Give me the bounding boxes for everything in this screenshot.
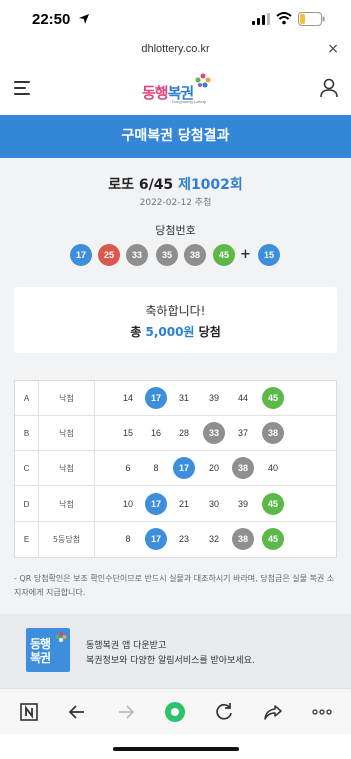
winning-numbers-label: 당첨번호 [155,224,196,237]
result-content: 로또 6/45 제1002회 2022-02-12 추첨 당첨번호 17 25 … [0,158,351,614]
matched-number-ball: 45 [262,492,284,515]
app-logo-flower-icon [55,632,67,642]
cellular-signal-icon [252,13,270,25]
app-logo-text: 동행 복권 [30,637,51,665]
share-icon[interactable] [262,701,284,723]
ticket-row: C 낙첨 6 8 17 20 38 40 [15,451,336,487]
winning-number-ball: 45 [213,244,235,266]
app-promo-line2: 복권정보와 다양한 알림서비스를 받아보세요. [86,656,255,666]
logo-flower-icon [195,73,211,88]
matched-number-ball: 38 [262,422,284,445]
round-number: 제1002회 [178,177,243,193]
ticket-number: 44 [237,393,248,403]
title-banner: 구매복권 당첨결과 [0,115,351,158]
site-header: 동행복권 Donghaeng Lottery [0,62,351,115]
ticket-result: 5등당첨 [39,521,95,557]
matched-number-ball: 38 [232,457,254,480]
congrats-text: 축하합니다! [145,304,206,318]
site-logo[interactable]: 동행복권 Donghaeng Lottery [142,72,212,106]
draw-date: 2022-02-12 추첨 [139,198,212,208]
ticket-row: E 5등당첨 8 17 23 32 38 45 [15,521,336,557]
hamburger-menu-icon[interactable] [14,81,30,95]
winning-number-ball: 38 [184,244,206,266]
matched-number-ball: 33 [203,422,225,445]
ticket-number: 39 [208,393,219,403]
prize-amount: 5,000원 [145,325,195,339]
ticket-row: A 낙첨 14 17 31 39 44 45 [15,381,336,416]
naver-n-icon[interactable] [18,701,40,723]
game-name: 로또 6/45 [108,177,174,193]
ticket-number: 40 [267,463,278,474]
ticket-number: 39 [237,498,248,509]
logo-subtitle: Donghaeng Lottery [172,99,207,104]
ticket-number: 21 [178,498,189,509]
ticket-id: D [15,486,39,522]
ticket-result: 낙첨 [39,451,95,487]
ticket-id: B [15,416,39,452]
matched-number-ball: 45 [262,387,284,409]
app-promo-banner[interactable]: 동행 복권 동행복권 앱 다운받고 복권정보와 다양한 알림서비스를 받아보세요. [0,614,351,688]
home-indicator[interactable] [113,747,239,751]
ticket-number: 10 [122,498,133,509]
ticket-number: 15 [122,428,133,439]
ticket-number: 16 [150,428,161,439]
status-time: 22:50 [32,11,71,28]
ticket-result: 낙첨 [39,486,95,522]
home-green-icon[interactable] [164,701,186,723]
matched-number-ball: 17 [173,457,195,480]
ticket-result: 낙첨 [39,416,95,452]
congrats-box: 축하합니다! 총 5,000원 당첨 [14,287,337,353]
ticket-row: B 낙첨 15 16 28 33 37 38 [15,416,336,452]
location-arrow-icon [79,14,89,24]
bonus-plus-sign: + [240,247,251,262]
ticket-number: 37 [237,428,248,439]
ticket-number: 6 [125,463,131,474]
ticket-number: 8 [125,533,131,544]
matched-number-ball: 45 [262,527,284,550]
matched-number-ball: 38 [232,527,254,550]
winning-number-ball: 25 [98,244,120,266]
refresh-icon[interactable] [213,701,235,723]
url-text[interactable]: dhlottery.co.kr [0,43,351,55]
matched-number-ball: 17 [145,387,167,409]
winning-number-ball: 35 [156,244,178,266]
more-icon[interactable] [311,701,333,723]
ticket-number: 14 [122,393,133,403]
ticket-number: 23 [178,533,189,544]
ticket-number: 30 [208,498,219,509]
battery-icon [298,12,325,26]
prize-line: 총 5,000원 당첨 [130,325,221,339]
app-logo[interactable]: 동행 복권 [26,628,70,672]
matched-number-ball: 17 [145,527,167,550]
browser-toolbar [0,688,351,734]
winning-number-ball: 17 [70,244,92,266]
ticket-number: 20 [208,463,219,474]
user-icon[interactable] [319,78,339,98]
ticket-table: A 낙첨 14 17 31 39 44 45 B 낙첨 15 16 28 33 37 38 C 낙첨 6 8 17 20 3… [14,380,337,558]
round-title: 로또 6/45 제1002회 [0,174,351,194]
ticket-number: 8 [153,463,159,474]
url-bar[interactable]: dhlottery.co.kr × [0,40,351,62]
winning-number-ball: 33 [126,244,148,266]
ticket-id: E [15,521,39,557]
ticket-number: 28 [178,428,189,439]
close-icon[interactable]: × [327,41,339,57]
ticket-result: 낙첨 [39,381,95,416]
bonus-number-ball: 15 [258,244,280,266]
matched-number-ball: 17 [145,492,167,515]
ticket-number: 31 [178,393,189,403]
page-title: 구매복권 당첨결과 [121,128,230,144]
back-arrow-icon[interactable] [66,701,88,723]
wifi-icon [276,12,292,25]
ticket-id: A [15,381,39,416]
notice-text: - QR 당첨확인은 보조 확인수단이므로 반드시 실물과 대조하시기 바라며,… [14,574,335,597]
status-bar: 22:50 [0,0,351,40]
app-promo-line1: 동행복권 앱 다운받고 [86,641,167,651]
ticket-number: 32 [208,533,219,544]
ticket-id: C [15,451,39,487]
forward-arrow-icon[interactable] [115,701,137,723]
ticket-row: D 낙첨 10 17 21 30 39 45 [15,486,336,522]
